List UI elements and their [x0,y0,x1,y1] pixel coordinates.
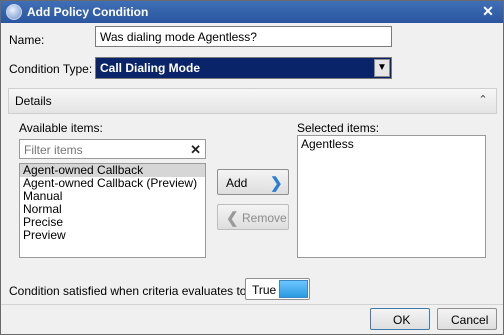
name-input[interactable]: Was dialing mode Agentless? [95,26,392,47]
collapse-icon[interactable]: ⌃ [476,93,490,107]
list-item[interactable]: Preview [20,229,205,242]
app-icon [6,4,22,20]
condition-type-select[interactable]: Call Dialing Mode ▼ [95,57,392,79]
name-input-value: Was dialing mode Agentless? [100,30,257,44]
cancel-button[interactable]: Cancel [437,308,497,330]
available-items-list[interactable]: Agent-owned Callback Agent-owned Callbac… [19,163,206,258]
dialog-window: Add Policy Condition ✕ Name: Was dialing… [0,0,504,335]
details-section-header[interactable]: Details ⌃ [8,88,497,114]
selected-items-label: Selected items: [297,121,380,135]
filter-box: ✕ [19,139,206,159]
footer-divider [1,304,503,305]
chevron-right-icon: ❯ [270,175,283,192]
filter-input[interactable] [24,142,184,158]
details-title: Details [15,94,52,108]
ok-button[interactable]: OK [370,308,430,330]
name-label: Name: [9,33,45,47]
criteria-toggle[interactable]: True [245,278,310,300]
criteria-toggle-value: True [252,283,277,297]
title-bar[interactable]: Add Policy Condition ✕ [1,1,503,23]
cancel-button-label: Cancel [451,313,489,327]
close-icon[interactable]: ✕ [481,4,495,18]
condition-type-label: Condition Type: [9,62,93,76]
add-button[interactable]: Add ❯ [217,169,289,195]
selected-items-list[interactable]: Agentless [297,135,486,258]
condition-type-value: Call Dialing Mode [100,61,201,75]
available-items-label: Available items: [19,121,103,135]
chevron-left-icon: ❮ [226,210,239,227]
criteria-label: Condition satisfied when criteria evalua… [9,284,250,298]
list-item[interactable]: Agentless [298,136,485,152]
clear-filter-icon[interactable]: ✕ [190,142,201,158]
window-title: Add Policy Condition [27,5,149,19]
add-button-label: Add [226,176,248,190]
remove-button[interactable]: ❮ Remove [217,204,289,230]
chevron-down-icon[interactable]: ▼ [374,59,390,77]
remove-button-label: Remove [242,211,287,225]
ok-button-label: OK [393,313,411,327]
toggle-knob [279,280,308,298]
